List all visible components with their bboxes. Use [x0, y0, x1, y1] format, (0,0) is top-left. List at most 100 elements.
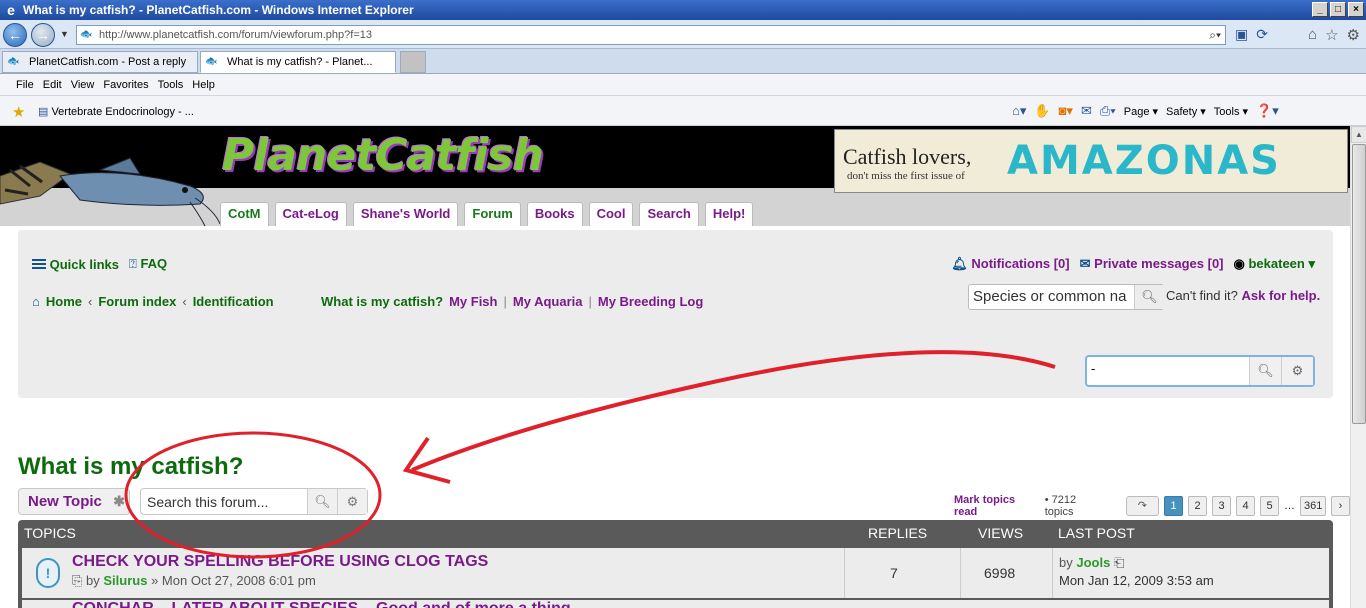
- next-page-button[interactable]: ›: [1331, 496, 1350, 516]
- page-icon: ▤: [38, 106, 52, 118]
- amazonas-ad-banner[interactable]: Catfish lovers, don't miss the first iss…: [834, 129, 1348, 193]
- view-count: 6998: [984, 565, 1016, 581]
- quick-links-menu[interactable]: Quick links: [32, 257, 119, 272]
- sublink-my-breeding-log[interactable]: My Breeding Log: [598, 294, 703, 309]
- topic-title-link[interactable]: CHECK YOUR SPELLING BEFORE USING CLOG TA…: [72, 553, 488, 571]
- breadcrumb-separator: ‹: [182, 294, 187, 309]
- notifications-link[interactable]: 🔔︎ Notifications [0]: [951, 256, 1069, 272]
- menu-tools[interactable]: Tools: [158, 79, 193, 91]
- topic-author-link[interactable]: Silurus: [103, 573, 147, 588]
- new-topic-button[interactable]: New Topic ✱: [18, 488, 130, 515]
- history-dropdown-icon[interactable]: ▼: [60, 29, 69, 39]
- breadcrumb-forum-index[interactable]: Forum index: [98, 294, 176, 309]
- sublink-my-aquaria[interactable]: My Aquaria: [513, 294, 583, 309]
- tab-post-reply[interactable]: 🐟 PlanetCatfish.com - Post a reply: [2, 51, 198, 73]
- menu-help[interactable]: Help: [192, 79, 224, 91]
- announcement-icon: !: [36, 558, 60, 588]
- breadcrumb-identification[interactable]: Identification: [193, 294, 274, 309]
- search-dropdown-icon[interactable]: ⌕▾: [1209, 26, 1221, 44]
- page-1[interactable]: 1: [1164, 496, 1183, 516]
- favorites-star-icon[interactable]: ☆: [1325, 26, 1338, 44]
- nav-cotm[interactable]: CotM: [220, 202, 269, 226]
- ask-for-help-link[interactable]: Ask for help.: [1241, 288, 1320, 303]
- url-field[interactable]: 🐟 http://www.planetcatfish.com/forum/vie…: [76, 25, 1226, 45]
- home-icon[interactable]: ⌂: [1308, 26, 1317, 44]
- page-last[interactable]: 361: [1300, 496, 1326, 516]
- faq-label: FAQ: [140, 256, 168, 271]
- settings-gear-icon[interactable]: ⚙: [1347, 26, 1360, 44]
- site-nav: CotM Cat-eLog Shane's World Forum Books …: [220, 202, 754, 226]
- nav-search[interactable]: Search: [639, 202, 699, 226]
- faq-link[interactable]: ⍰ FAQ: [129, 256, 167, 272]
- breadcrumb-separator: ‹: [87, 294, 93, 309]
- close-button[interactable]: ×: [1348, 2, 1364, 17]
- hand-icon[interactable]: ✋: [1034, 103, 1050, 119]
- tools-menu[interactable]: Tools ▾: [1214, 105, 1248, 118]
- sublink-what-is-my-catfish[interactable]: What is my catfish?: [321, 294, 443, 309]
- private-messages-label: Private messages [0]: [1094, 256, 1224, 271]
- forum-advanced-search-button[interactable]: ⚙: [337, 489, 367, 514]
- scroll-thumb[interactable]: [1352, 144, 1366, 424]
- refresh-icon[interactable]: ⟳: [1256, 26, 1268, 43]
- nav-cat-elog[interactable]: Cat-eLog: [274, 202, 347, 226]
- private-messages-link[interactable]: ✉ Private messages [0]: [1080, 256, 1224, 272]
- menu-view[interactable]: View: [71, 79, 104, 91]
- breadcrumb-home[interactable]: Home: [46, 294, 82, 309]
- scroll-up-icon[interactable]: ▲: [1351, 126, 1366, 143]
- user-menu[interactable]: ◉ bekateen ▾: [1234, 256, 1315, 272]
- forum-search-input[interactable]: Search this forum...: [147, 494, 268, 510]
- page-4[interactable]: 4: [1236, 496, 1255, 516]
- menu-favorites[interactable]: Favorites: [103, 79, 157, 91]
- nav-forum[interactable]: Forum: [464, 202, 521, 226]
- favorites-bar: ★ ▤ Vertebrate Endocrinology - ... ⌂▾ ✋ …: [0, 96, 1366, 126]
- forward-button[interactable]: →: [31, 23, 55, 47]
- mark-topics-read-link[interactable]: Mark topics read: [954, 494, 1040, 518]
- rss-feed-icon[interactable]: ◙▾: [1059, 103, 1073, 119]
- back-button[interactable]: ←: [3, 23, 27, 47]
- compat-icons: ▣ ⟳: [1235, 26, 1268, 43]
- new-tab-button[interactable]: [400, 51, 426, 73]
- site-search-button[interactable]: 🔍︎: [1249, 357, 1281, 385]
- window-titlebar: e What is my catfish? - PlanetCatfish.co…: [0, 0, 1366, 20]
- advanced-search-button[interactable]: ⚙: [1281, 357, 1313, 385]
- last-post-author-link[interactable]: Jools: [1076, 555, 1110, 570]
- site-search-input[interactable]: -: [1091, 361, 1095, 376]
- hamburger-icon: [32, 258, 46, 269]
- page-menu[interactable]: Page ▾: [1124, 105, 1158, 118]
- menu-edit[interactable]: Edit: [43, 79, 71, 91]
- home-dropdown-icon[interactable]: ⌂▾: [1012, 103, 1026, 119]
- species-search-button[interactable]: 🔍︎: [1134, 285, 1164, 309]
- forum-search-button[interactable]: 🔍︎: [307, 489, 337, 514]
- forum-title[interactable]: What is my catfish?: [18, 453, 243, 481]
- tab-bar: 🐟 PlanetCatfish.com - Post a reply 🐟 Wha…: [0, 49, 1366, 74]
- vertical-scrollbar[interactable]: ▲: [1350, 126, 1366, 608]
- maximize-button[interactable]: □: [1330, 2, 1346, 17]
- jump-to-page-button[interactable]: ↷: [1125, 496, 1159, 516]
- print-icon[interactable]: ⎙▾: [1100, 103, 1116, 119]
- favorites-icon[interactable]: ★: [12, 103, 25, 121]
- view-latest-post-icon[interactable]: ⎗: [1114, 555, 1124, 570]
- sublink-my-fish[interactable]: My Fish: [449, 294, 497, 309]
- site-logo[interactable]: PlanetCatfish: [222, 130, 544, 181]
- favorite-link[interactable]: ▤ Vertebrate Endocrinology - ...: [38, 105, 194, 118]
- asterisk-icon: ✱: [113, 493, 125, 509]
- page-menu-label: Page: [1123, 105, 1150, 118]
- compat-view-icon[interactable]: ▣: [1235, 26, 1248, 43]
- nav-help[interactable]: Help!: [704, 202, 754, 226]
- page-3[interactable]: 3: [1212, 496, 1231, 516]
- banner-line2: don't miss the first issue of: [847, 170, 965, 182]
- nav-books[interactable]: Books: [526, 202, 583, 226]
- nav-cool[interactable]: Cool: [588, 202, 634, 226]
- page-5[interactable]: 5: [1260, 496, 1279, 516]
- breadcrumb: ⌂ Home ‹ Forum index ‹ Identification: [32, 294, 274, 309]
- help-icon[interactable]: ❓▾: [1256, 103, 1279, 119]
- menu-file[interactable]: File: [16, 79, 43, 91]
- tab-what-is-my-catfish[interactable]: 🐟 What is my catfish? - Planet...: [200, 51, 396, 73]
- nav-shanes-world[interactable]: Shane's World: [352, 202, 459, 226]
- page-2[interactable]: 2: [1188, 496, 1207, 516]
- topic-title-link[interactable]: CONCHAR... LATER ABOUT SPECIES... Good a…: [72, 600, 571, 608]
- banner-brand: AMAZONAS: [1007, 138, 1281, 184]
- mail-icon[interactable]: ✉: [1081, 103, 1092, 119]
- safety-menu[interactable]: Safety ▾: [1166, 105, 1206, 118]
- minimize-button[interactable]: _: [1312, 2, 1328, 17]
